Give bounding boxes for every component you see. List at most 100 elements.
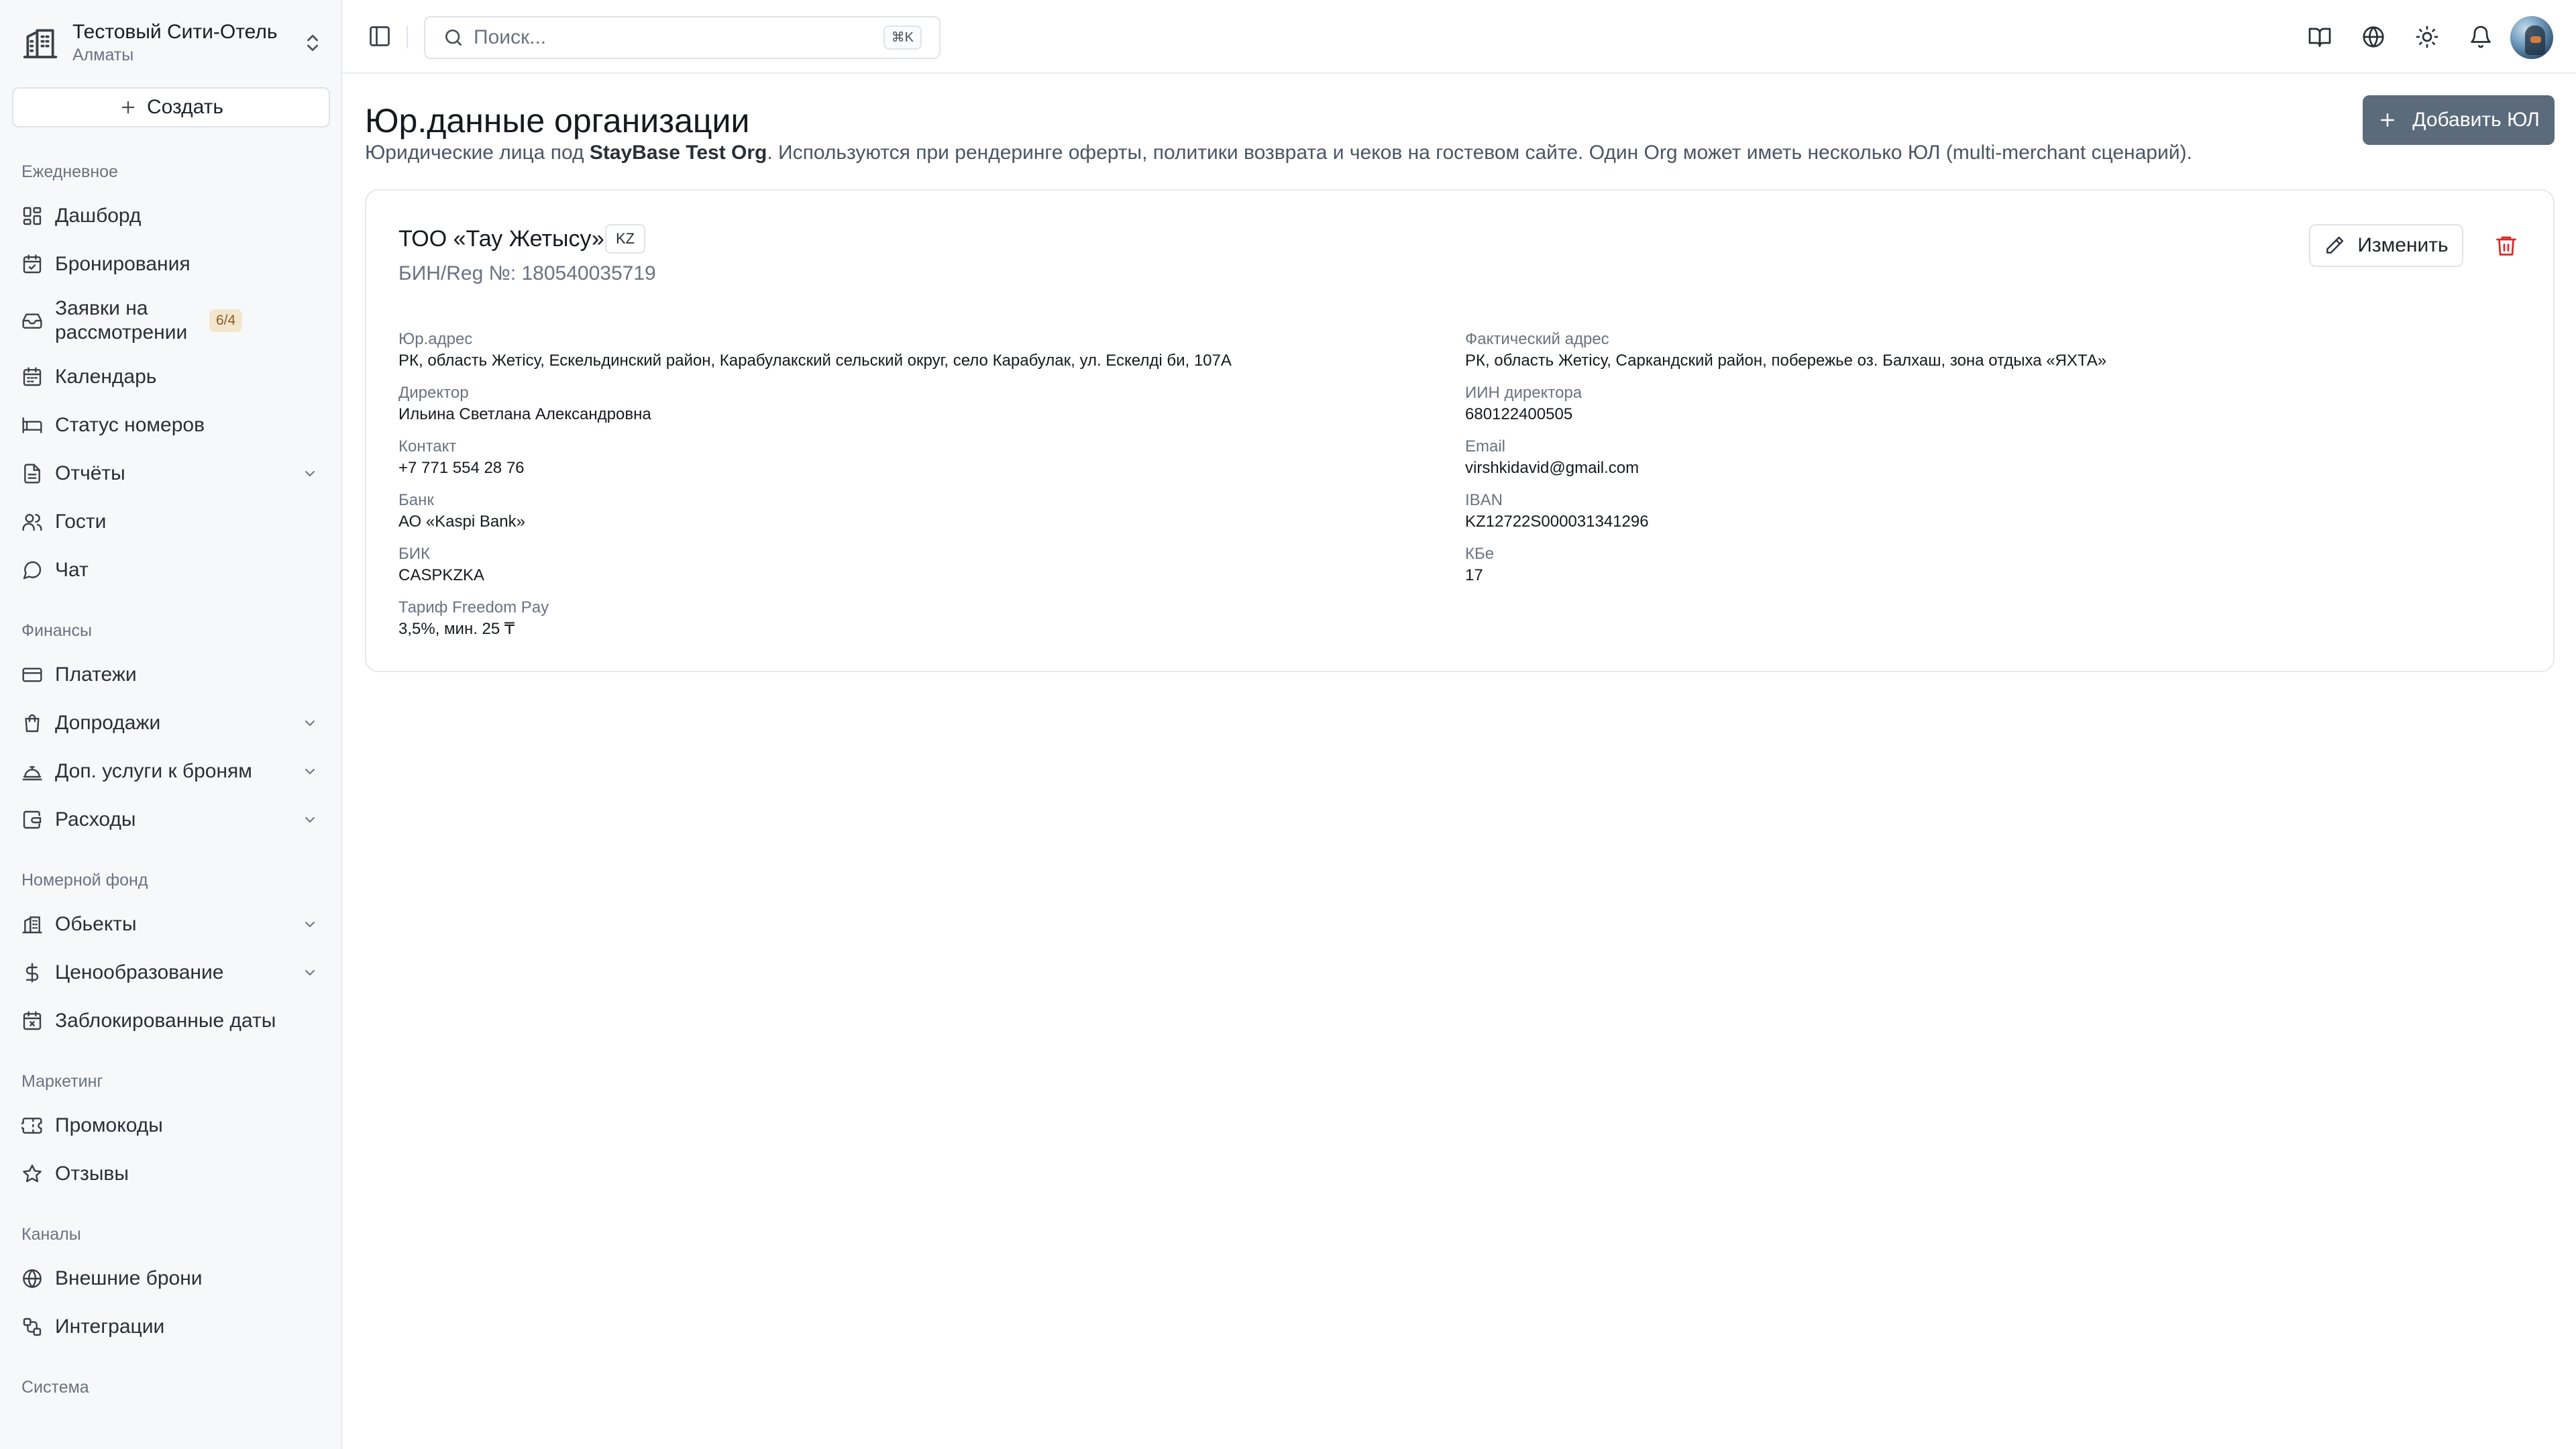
sidebar-item-label: Заблокированные даты <box>55 1010 276 1032</box>
sidebar-item-reviews[interactable]: Отзывы <box>0 1150 341 1198</box>
nav-section-daily: Ежедневное <box>21 162 118 181</box>
book-icon[interactable] <box>2308 25 2332 49</box>
nav-section-marketing: Маркетинг <box>21 1072 103 1091</box>
chevron-down-icon <box>302 965 318 981</box>
message-circle-icon <box>21 559 43 581</box>
sidebar-item-properties[interactable]: Обьекты <box>0 900 341 949</box>
sidebar-item-bookings[interactable]: Бронирования <box>0 240 341 288</box>
sidebar-item-label: Бронирования <box>55 253 191 275</box>
sidebar-item-reports[interactable]: Отчёты <box>0 449 341 498</box>
field-value: АО «Kaspi Bank» <box>398 513 525 531</box>
create-button[interactable]: Создать <box>12 87 330 127</box>
users-icon <box>21 511 43 533</box>
org-name: Тестовый Сити-Отель <box>72 21 278 43</box>
field-label: КБе <box>1465 545 1495 563</box>
topbar-divider <box>407 25 408 48</box>
sidebar-item-integrations[interactable]: Интеграции <box>0 1303 341 1351</box>
field-tariff: Тариф Freedom Pay 3,5%, мин. 25 ₸ <box>398 597 1445 640</box>
sidebar-item-guests[interactable]: Гости <box>0 498 341 546</box>
sidebar: Тестовый Сити-Отель Алматы Создать Ежедн… <box>0 0 342 1449</box>
plus-icon <box>2377 110 2398 130</box>
building-icon <box>21 914 43 935</box>
chevrons-up-down-icon <box>302 30 323 56</box>
sidebar-item-blocked-dates[interactable]: Заблокированные даты <box>0 997 341 1045</box>
sidebar-item-label: Платежи <box>55 663 137 686</box>
sun-icon[interactable] <box>2415 25 2439 49</box>
sidebar-item-label: Гости <box>55 511 107 533</box>
ticket-icon <box>21 1115 43 1136</box>
sidebar-item-dashboard[interactable]: Дашборд <box>0 192 341 240</box>
field-value: 680122400505 <box>1465 405 1573 423</box>
plus-icon <box>119 98 138 117</box>
field-label: Тариф Freedom Pay <box>398 598 549 616</box>
sidebar-item-upsells[interactable]: Допродажи <box>0 699 341 747</box>
search-box[interactable]: ⌘K <box>424 16 941 59</box>
field-legal-address: Юр.адрес РК, область Жетісу, Ескельдинск… <box>398 329 1445 372</box>
pencil-icon <box>2324 235 2345 256</box>
topbar: ⌘K <box>342 0 2576 74</box>
field-value: +7 771 554 28 76 <box>398 459 525 477</box>
dashboard-icon <box>21 205 43 227</box>
globe-icon <box>21 1268 43 1289</box>
country-badge: KZ <box>605 224 646 254</box>
sidebar-item-requests[interactable]: Заявки на рассмотрении 6/4 <box>0 288 341 353</box>
shopping-bag-icon <box>21 712 43 734</box>
bed-icon <box>21 415 43 436</box>
requests-count-badge: 6/4 <box>209 309 243 332</box>
sidebar-item-label: Промокоды <box>55 1114 163 1136</box>
nav-section-channels: Каналы <box>21 1225 81 1244</box>
field-iban: IBAN KZ12722S000031341296 <box>1465 490 2512 533</box>
field-value: CASPKZKA <box>398 566 485 584</box>
sidebar-item-calendar[interactable]: Календарь <box>0 353 341 401</box>
sidebar-item-promocodes[interactable]: Промокоды <box>0 1102 341 1150</box>
sidebar-item-payments[interactable]: Платежи <box>0 651 341 699</box>
field-bik: БИК CASPKZKA <box>398 543 1445 586</box>
trash-icon[interactable] <box>2494 233 2518 258</box>
bell-icon[interactable] <box>2469 25 2493 49</box>
org-city: Алматы <box>72 46 134 64</box>
field-value: 3,5%, мин. 25 ₸ <box>398 620 515 638</box>
sidebar-item-room-status[interactable]: Статус номеров <box>0 401 341 449</box>
sidebar-item-label: Дашборд <box>55 205 142 227</box>
chevron-down-icon <box>302 812 318 828</box>
file-text-icon <box>21 463 43 484</box>
create-button-label: Создать <box>146 96 223 118</box>
sidebar-item-pricing[interactable]: Ценообразование <box>0 949 341 997</box>
org-switcher[interactable]: Тестовый Сити-Отель Алматы <box>21 16 323 70</box>
edit-button[interactable]: Изменить <box>2309 224 2463 267</box>
field-label: Фактический адрес <box>1465 330 1609 348</box>
field-label: БИК <box>398 545 430 563</box>
sidebar-item-label: Доп. услуги к броням <box>55 760 252 782</box>
concierge-bell-icon <box>21 761 43 782</box>
credit-card-icon <box>21 664 43 686</box>
chevron-down-icon <box>302 916 318 932</box>
search-shortcut-kbd: ⌘K <box>883 25 922 50</box>
field-value: РК, область Жетісу, Саркандский район, п… <box>1465 352 2107 370</box>
chevron-down-icon <box>302 715 318 731</box>
building-icon <box>21 24 59 62</box>
add-legal-entity-label: Добавить ЮЛ <box>2412 109 2540 131</box>
add-legal-entity-button[interactable]: Добавить ЮЛ <box>2363 95 2555 145</box>
field-label: Директор <box>398 384 469 402</box>
globe-icon[interactable] <box>2361 25 2385 49</box>
field-label: ИИН директора <box>1465 384 1582 402</box>
calendar-x-icon <box>21 1010 43 1032</box>
field-value: 17 <box>1465 566 1483 584</box>
sidebar-item-addons[interactable]: Доп. услуги к броням <box>0 747 341 796</box>
sidebar-item-expenses[interactable]: Расходы <box>0 796 341 844</box>
nav-section-rooms: Номерной фонд <box>21 871 148 890</box>
field-value: KZ12722S000031341296 <box>1465 513 1649 531</box>
sidebar-item-label: Чат <box>55 559 89 581</box>
nav-section-system: Система <box>21 1378 89 1397</box>
sidebar-item-label: Заявки на рассмотрении <box>55 297 188 343</box>
avatar[interactable] <box>2510 16 2553 59</box>
sidebar-item-label: Отчёты <box>55 462 125 484</box>
legal-entity-card: ТОО «Тау Жетысу» KZ БИН/Reg №: 180540035… <box>365 189 2555 672</box>
sidebar-item-label: Ценообразование <box>55 961 224 983</box>
field-label: Email <box>1465 437 1506 455</box>
sidebar-toggle-icon[interactable] <box>368 24 392 48</box>
field-contact: Контакт +7 771 554 28 76 <box>398 436 1445 479</box>
search-input[interactable] <box>474 26 883 49</box>
sidebar-item-external-bookings[interactable]: Внешние брони <box>0 1254 341 1303</box>
sidebar-item-chat[interactable]: Чат <box>0 546 341 594</box>
